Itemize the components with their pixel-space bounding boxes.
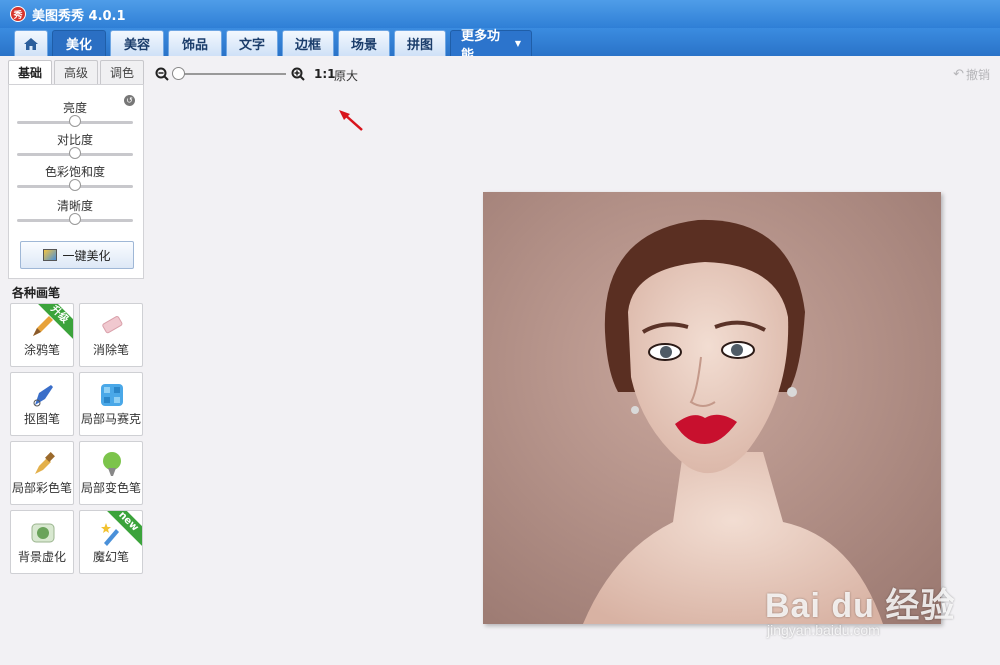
color-brush-icon bbox=[35, 452, 55, 474]
brush-eraser-pen[interactable]: 消除笔 bbox=[79, 303, 143, 367]
saturation-label: 色彩饱和度 bbox=[44, 165, 105, 179]
beautify-picture-icon bbox=[43, 249, 58, 261]
brush-label: 抠图笔 bbox=[23, 412, 60, 426]
contrast-label: 对比度 bbox=[56, 133, 93, 147]
home-tab[interactable] bbox=[14, 30, 48, 56]
eraser-icon bbox=[102, 316, 123, 334]
brush-doodle-pen[interactable]: 升级 涂鸦笔 bbox=[10, 303, 74, 367]
brush-magic-pen[interactable]: new 魔幻笔 bbox=[79, 510, 143, 574]
tab-beautify[interactable]: 美化 bbox=[52, 30, 106, 56]
dropdown-caret-icon: ▼ bbox=[514, 39, 521, 48]
brush-background-blur[interactable]: 背景虚化 bbox=[10, 510, 74, 574]
tab-beauty[interactable]: 美容 bbox=[110, 30, 164, 56]
zoom-ratio-button[interactable]: 1:1 bbox=[314, 67, 336, 81]
brush-cutout-pen[interactable]: 抠图笔 bbox=[10, 372, 74, 436]
brightness-slider: 亮度 bbox=[17, 101, 133, 131]
brush-label: 局部变色笔 bbox=[80, 481, 141, 495]
brightness-thumb[interactable] bbox=[69, 115, 81, 127]
tab-scene[interactable]: 场景 bbox=[338, 30, 390, 56]
subtab-advanced[interactable]: 高级 bbox=[54, 60, 98, 84]
tab-accessories[interactable]: 饰品 bbox=[168, 30, 222, 56]
tab-frame[interactable]: 边框 bbox=[282, 30, 334, 56]
tab-text[interactable]: 文字 bbox=[226, 30, 278, 56]
undo-button[interactable]: ↶ 撤销 bbox=[953, 66, 990, 83]
saturation-thumb[interactable] bbox=[69, 179, 81, 191]
sharpness-thumb[interactable] bbox=[69, 213, 81, 225]
zoom-out-icon[interactable] bbox=[155, 67, 169, 81]
main-tab-bar: 美化 美容 饰品 文字 边框 场景 拼图 更多功能 ▼ bbox=[0, 28, 1000, 63]
basic-adjust-panel: ↺ 亮度 对比度 色彩饱和度 清晰度 一键美化 bbox=[8, 84, 144, 279]
tab-collage[interactable]: 拼图 bbox=[394, 30, 446, 56]
red-pointer-arrow-icon bbox=[339, 110, 363, 131]
brush-label: 魔幻笔 bbox=[92, 550, 129, 564]
app-title: 美图秀秀 4.0.1 bbox=[32, 8, 126, 24]
undo-icon: ↶ bbox=[953, 67, 964, 82]
watermark-sub-text: jingyan.baidu.com bbox=[767, 622, 880, 638]
subtab-color-tone[interactable]: 调色 bbox=[100, 60, 144, 84]
brush-label: 局部彩色笔 bbox=[11, 481, 72, 495]
original-size-button[interactable]: 原大 bbox=[334, 67, 358, 84]
one-click-beautify-label: 一键美化 bbox=[62, 248, 111, 263]
undo-label: 撤销 bbox=[965, 68, 990, 82]
saturation-slider: 色彩饱和度 bbox=[17, 165, 133, 195]
brush-label: 消除笔 bbox=[92, 343, 129, 357]
brushes-heading: 各种画笔 bbox=[12, 286, 61, 300]
subtab-basic[interactable]: 基础 bbox=[8, 60, 52, 84]
sharpness-label: 清晰度 bbox=[56, 199, 93, 213]
watermark-main-text: Bai du 经验 bbox=[765, 587, 956, 625]
cutout-pen-icon bbox=[33, 385, 53, 407]
zoom-slider-thumb[interactable] bbox=[172, 67, 185, 80]
mosaic-icon bbox=[101, 384, 123, 406]
one-click-beautify-button[interactable]: 一键美化 bbox=[20, 241, 134, 269]
color-change-icon bbox=[103, 452, 121, 476]
tab-more-features[interactable]: 更多功能 ▼ bbox=[450, 29, 532, 63]
contrast-thumb[interactable] bbox=[69, 147, 81, 159]
zoom-in-icon[interactable] bbox=[291, 67, 305, 81]
home-icon bbox=[24, 37, 38, 50]
brush-label: 背景虚化 bbox=[17, 550, 66, 564]
brightness-label: 亮度 bbox=[62, 101, 87, 115]
zoom-slider-track[interactable] bbox=[174, 73, 286, 75]
canvas-area: 1:1 原大 ↶ 撤销 Bai du 经验 jingyan.baidu.com bbox=[150, 56, 1000, 665]
brush-local-color-pen[interactable]: 局部彩色笔 bbox=[10, 441, 74, 505]
contrast-slider: 对比度 bbox=[17, 133, 133, 163]
brush-local-color-change[interactable]: 局部变色笔 bbox=[79, 441, 143, 505]
brush-label: 局部马赛克 bbox=[80, 412, 141, 426]
baidu-watermark: Bai du 经验 jingyan.baidu.com bbox=[765, 560, 965, 650]
brush-local-mosaic[interactable]: 局部马赛克 bbox=[79, 372, 143, 436]
blur-icon bbox=[31, 523, 55, 543]
left-panel: 基础 高级 调色 ↺ 亮度 对比度 色彩饱和度 清晰度 一键美化 各种画笔 升级… bbox=[4, 56, 148, 665]
sub-tab-bar: 基础 高级 调色 bbox=[8, 60, 146, 84]
app-logo-icon: 秀 bbox=[10, 6, 26, 22]
brush-label: 涂鸦笔 bbox=[23, 343, 60, 357]
sharpness-slider: 清晰度 bbox=[17, 199, 133, 229]
